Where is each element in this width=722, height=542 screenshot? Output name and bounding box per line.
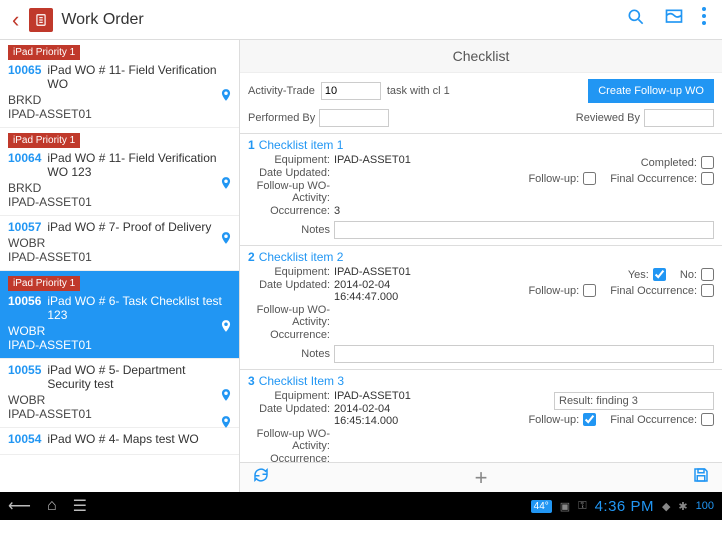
followup-check[interactable]: Follow-up: bbox=[528, 172, 596, 185]
reviewed-by-label: Reviewed By bbox=[576, 112, 640, 124]
wo-title: iPad WO # 6- Task Checklist test 123 bbox=[47, 294, 231, 322]
wo-title: iPad WO # 5- Department Security test bbox=[47, 363, 231, 391]
notes-input[interactable] bbox=[334, 221, 714, 239]
work-order-card[interactable]: iPad Priority 1 10056iPad WO # 6- Task Ch… bbox=[0, 271, 239, 359]
add-icon[interactable]: + bbox=[475, 465, 488, 491]
map-pin-icon[interactable] bbox=[219, 317, 233, 340]
overflow-menu-icon[interactable] bbox=[702, 7, 706, 33]
wo-id: 10057 bbox=[8, 220, 41, 234]
battery-label: 100 bbox=[696, 500, 714, 512]
clock: 4:36 PM bbox=[595, 498, 654, 515]
checklist-item-title: 3Checklist Item 3 bbox=[248, 374, 714, 388]
priority-badge: iPad Priority 1 bbox=[8, 133, 80, 148]
refresh-icon[interactable] bbox=[252, 466, 270, 489]
wo-asset: IPAD-ASSET01 bbox=[8, 107, 231, 121]
page-title: Work Order bbox=[61, 11, 626, 29]
checklist-item: 2Checklist item 2 Equipment:IPAD-ASSET01… bbox=[240, 245, 722, 369]
checklist-item-title: 1Checklist item 1 bbox=[248, 138, 714, 152]
wo-id: 10055 bbox=[8, 363, 41, 391]
completed-check[interactable]: Completed: bbox=[641, 156, 714, 169]
wo-id: 10064 bbox=[8, 151, 41, 179]
work-order-card[interactable]: 10055iPad WO # 5- Department Security te… bbox=[0, 359, 239, 428]
map-pin-icon[interactable] bbox=[219, 86, 233, 109]
no-check[interactable]: No: bbox=[680, 268, 714, 281]
wo-id: 10065 bbox=[8, 63, 41, 91]
wo-asset: IPAD-ASSET01 bbox=[8, 407, 231, 421]
work-order-card[interactable]: 10054 iPad WO # 4- Maps test WO bbox=[0, 428, 239, 455]
final-occurrence-check[interactable]: Final Occurrence: bbox=[610, 284, 714, 297]
activity-trade-input[interactable] bbox=[321, 82, 381, 100]
save-icon[interactable] bbox=[692, 466, 710, 489]
work-order-list[interactable]: iPad Priority 110065iPad WO # 11- Field … bbox=[0, 40, 240, 492]
app-icon[interactable] bbox=[29, 8, 53, 32]
result-box[interactable]: Result: finding 3 bbox=[554, 392, 714, 410]
gallery-icon: ▣ bbox=[560, 500, 570, 513]
wo-meta: WOBR bbox=[8, 236, 231, 250]
wo-meta: BRKD bbox=[8, 181, 231, 195]
reviewed-by-input[interactable] bbox=[644, 109, 714, 127]
android-back-icon[interactable]: ⟵ bbox=[8, 496, 31, 516]
wo-title: iPad WO # 11- Field Verification WO 123 bbox=[47, 151, 231, 179]
activity-trade-label: Activity-Trade bbox=[248, 85, 315, 97]
checklist-list[interactable]: 1Checklist item 1 Equipment:IPAD-ASSET01… bbox=[240, 133, 722, 462]
map-pin-icon[interactable] bbox=[219, 174, 233, 197]
checklist-header: Checklist bbox=[240, 40, 722, 73]
search-icon[interactable] bbox=[626, 7, 646, 33]
wo-id: 10056 bbox=[8, 294, 41, 322]
yes-check[interactable]: Yes: bbox=[628, 268, 666, 281]
bluetooth-icon: ✱ bbox=[678, 500, 687, 513]
wo-title: iPad WO # 7- Proof of Delivery bbox=[47, 220, 231, 234]
android-nav-bar: ⟵ ⌂ ☰ 44° ▣ ⚿ 4:36 PM ◆ ✱ 100 bbox=[0, 492, 722, 520]
task-label: task with cl 1 bbox=[387, 85, 450, 97]
followup-check[interactable]: Follow-up: bbox=[528, 284, 596, 297]
checklist-item-title: 2Checklist item 2 bbox=[248, 250, 714, 264]
wo-meta: WOBR bbox=[8, 324, 231, 338]
wo-meta: BRKD bbox=[8, 93, 231, 107]
map-icon[interactable] bbox=[664, 7, 684, 33]
back-icon[interactable]: ‹ bbox=[8, 7, 23, 33]
map-pin-icon[interactable] bbox=[219, 413, 233, 436]
work-order-card[interactable]: iPad Priority 1 10064iPad WO # 11- Field … bbox=[0, 128, 239, 216]
wo-meta: WOBR bbox=[8, 393, 231, 407]
work-order-card[interactable]: iPad Priority 1 10065iPad WO # 11- Field … bbox=[0, 40, 239, 128]
android-home-icon[interactable]: ⌂ bbox=[47, 497, 57, 515]
temp-badge: 44° bbox=[531, 500, 552, 513]
checklist-panel: Checklist Activity-Trade task with cl 1 … bbox=[240, 40, 722, 492]
performed-by-input[interactable] bbox=[319, 109, 389, 127]
create-followup-button[interactable]: Create Follow-up WO bbox=[588, 79, 714, 103]
map-pin-icon[interactable] bbox=[219, 386, 233, 409]
final-occurrence-check[interactable]: Final Occurrence: bbox=[610, 172, 714, 185]
priority-badge: iPad Priority 1 bbox=[8, 276, 80, 291]
checklist-item: 1Checklist item 1 Equipment:IPAD-ASSET01… bbox=[240, 133, 722, 245]
work-order-card[interactable]: 10057 iPad WO # 7- Proof of Delivery WOBRI… bbox=[0, 216, 239, 271]
bottom-toolbar: + bbox=[240, 462, 722, 492]
priority-badge: iPad Priority 1 bbox=[8, 45, 80, 60]
android-recent-icon[interactable]: ☰ bbox=[73, 496, 87, 516]
wo-id: 10054 bbox=[8, 432, 41, 446]
followup-check[interactable]: Follow-up: bbox=[528, 413, 596, 426]
notes-input[interactable] bbox=[334, 345, 714, 363]
checklist-item: 3Checklist Item 3 Equipment:IPAD-ASSET01… bbox=[240, 369, 722, 462]
key-icon: ⚿ bbox=[578, 500, 586, 513]
wifi-icon: ◆ bbox=[662, 500, 670, 513]
top-bar: ‹ Work Order bbox=[0, 0, 722, 40]
wo-title: iPad WO # 4- Maps test WO bbox=[47, 432, 231, 446]
wo-asset: IPAD-ASSET01 bbox=[8, 195, 231, 209]
final-occurrence-check[interactable]: Final Occurrence: bbox=[610, 413, 714, 426]
wo-asset: IPAD-ASSET01 bbox=[8, 338, 231, 352]
wo-title: iPad WO # 11- Field Verification WO bbox=[47, 63, 231, 91]
wo-asset: IPAD-ASSET01 bbox=[8, 250, 231, 264]
performed-by-label: Performed By bbox=[248, 112, 315, 124]
map-pin-icon[interactable] bbox=[219, 229, 233, 252]
